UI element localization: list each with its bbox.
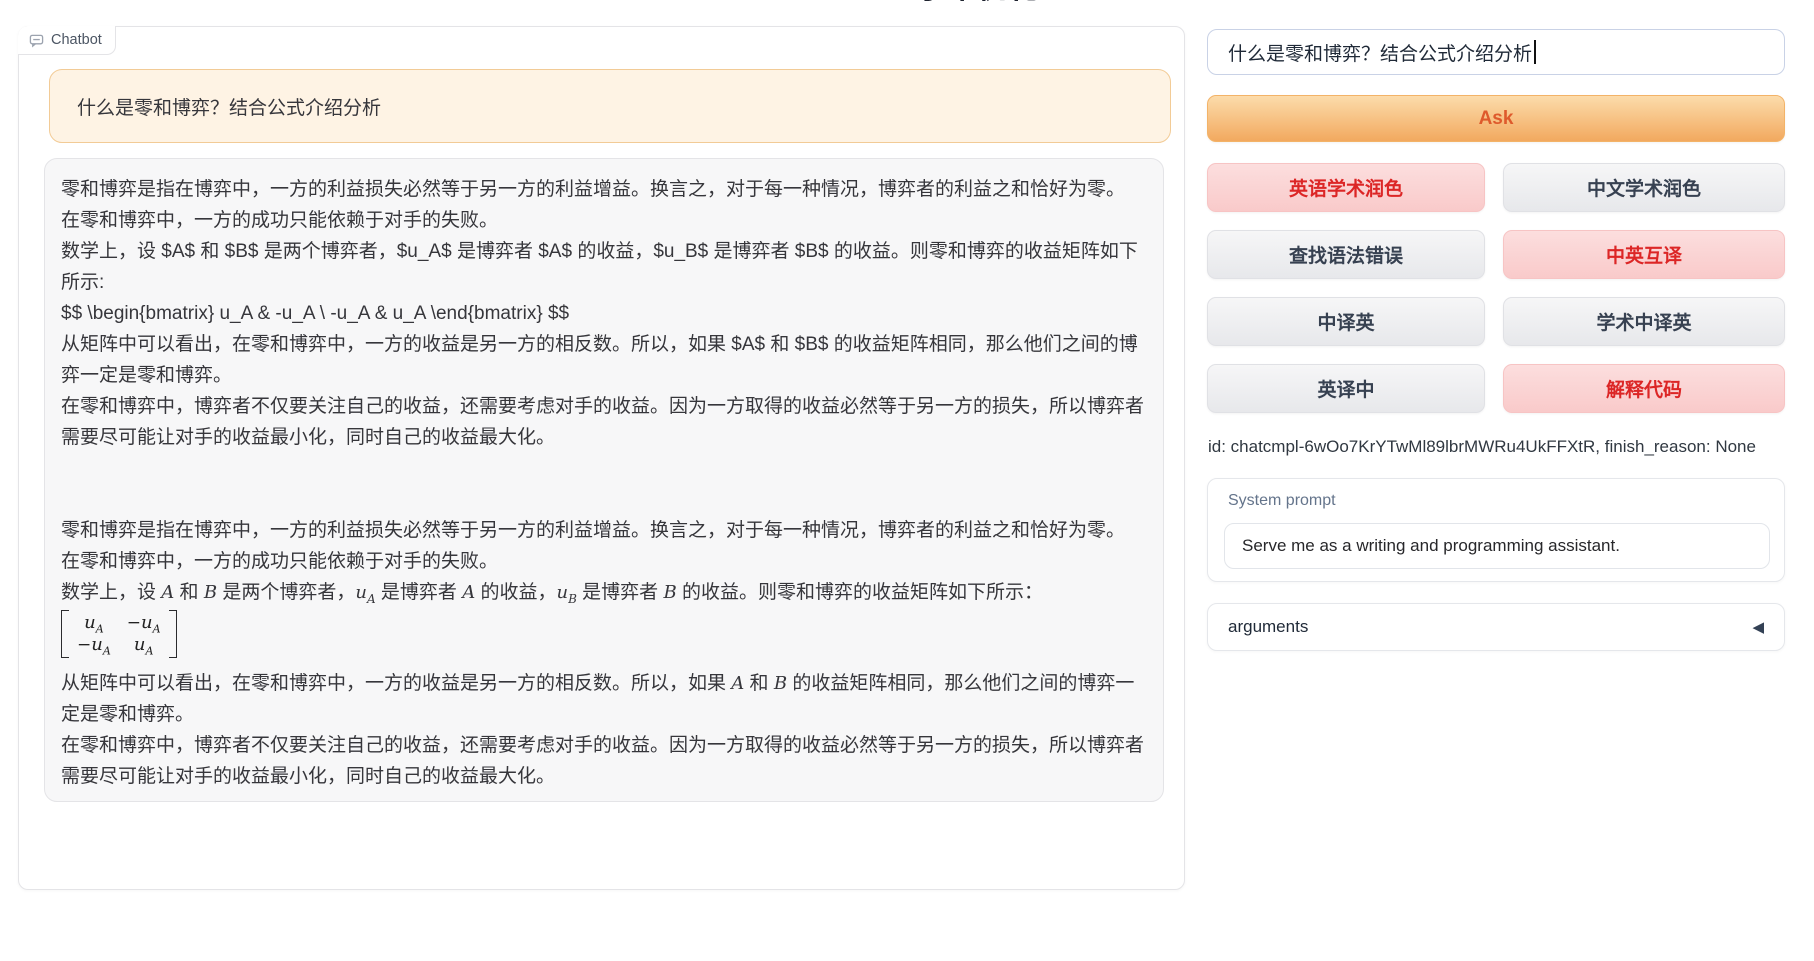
button-zh-to-en[interactable]: 中译英: [1207, 297, 1485, 346]
chat-bubble-icon: [29, 33, 44, 48]
user-message: 什么是零和博弈？结合公式介绍分析: [49, 69, 1171, 143]
quick-buttons-grid: 英语学术润色 中文学术润色 查找语法错误 中英互译 中译英 学术中译英 英译中 …: [1207, 163, 1785, 413]
button-explain-code[interactable]: 解释代码: [1503, 364, 1785, 413]
math-variable: −uA: [77, 635, 111, 655]
bot-latex-source: $$ \begin{bmatrix} u_A & -u_A \ -u_A & u…: [61, 298, 1147, 329]
bot-paragraph: 从矩阵中可以看出，在零和博弈中，一方的收益是另一方的相反数。所以，如果 $A$ …: [61, 329, 1147, 391]
system-prompt-label: System prompt: [1228, 492, 1336, 510]
math-variable: B: [774, 673, 787, 694]
math-variable: uA: [84, 613, 104, 633]
ask-button[interactable]: Ask: [1207, 95, 1785, 142]
button-en-to-zh[interactable]: 英译中: [1207, 364, 1485, 413]
arguments-accordion-header[interactable]: arguments ◀: [1207, 603, 1785, 651]
bot-paragraph: 在零和博弈中，博弈者不仅要关注自己的收益，还需要考虑对手的收益。因为一方取得的收…: [61, 730, 1147, 792]
math-variable: −uA: [127, 613, 161, 633]
chatbot-label-text: Chatbot: [51, 32, 102, 48]
bot-paragraph-with-math: 从矩阵中可以看出，在零和博弈中，一方的收益是另一方的相反数。所以，如果 A 和 …: [61, 668, 1147, 730]
response-status-line: id: chatcmpl-6wOo7KrYTwMl89lbrMWRu4UkFFX…: [1208, 437, 1756, 457]
matrix-entry: uA: [127, 634, 161, 656]
math-variable: uA: [134, 635, 154, 655]
app-root: ChatGPT 学术优化 Chatbot 什么是零和博弈？结合公式介绍分析 零和…: [0, 0, 1814, 961]
chatbot-label: Chatbot: [18, 26, 116, 55]
math-variable: uA: [355, 582, 375, 603]
system-prompt-input[interactable]: Serve me as a writing and programming as…: [1224, 523, 1770, 569]
math-variable: A: [161, 582, 174, 603]
question-input-value: 什么是零和博弈？结合公式介绍分析: [1228, 39, 1532, 66]
text-cursor: [1534, 40, 1536, 64]
button-english-academic-polish[interactable]: 英语学术润色: [1207, 163, 1485, 212]
math-variable: B: [663, 582, 676, 603]
payoff-matrix: uA−uA−uAuA: [61, 610, 177, 658]
matrix-left-bracket: [61, 610, 69, 658]
matrix-entry: −uA: [77, 634, 111, 656]
matrix-right-bracket: [169, 610, 177, 658]
matrix-entries: uA−uA−uAuA: [69, 610, 169, 658]
math-variable: B: [204, 582, 217, 603]
collapse-arrow-icon: ◀: [1752, 618, 1764, 636]
user-message-text: 什么是零和博弈？结合公式介绍分析: [77, 93, 381, 120]
question-input[interactable]: 什么是零和博弈？结合公式介绍分析: [1207, 29, 1785, 75]
math-variable: A: [731, 673, 744, 694]
system-prompt-panel: System prompt Serve me as a writing and …: [1207, 478, 1785, 582]
bot-paragraph: 零和博弈是指在博弈中，一方的利益损失必然等于另一方的利益增益。换言之，对于每一种…: [61, 174, 1147, 236]
bot-paragraph: 数学上，设 $A$ 和 $B$ 是两个博弈者，$u_A$ 是博弈者 $A$ 的收…: [61, 236, 1147, 298]
math-variable: A: [462, 582, 475, 603]
button-zh-en-mutual-translate[interactable]: 中英互译: [1503, 230, 1785, 279]
bot-paragraph-with-math: 数学上，设 A 和 B 是两个博弈者，uA 是博弈者 A 的收益，uB 是博弈者…: [61, 577, 1147, 608]
math-variable: uB: [556, 582, 576, 603]
arguments-accordion-label: arguments: [1228, 617, 1308, 637]
system-prompt-value: Serve me as a writing and programming as…: [1242, 536, 1620, 556]
matrix-entry: −uA: [127, 612, 161, 634]
bot-message: 零和博弈是指在博弈中，一方的利益损失必然等于另一方的利益增益。换言之，对于每一种…: [44, 158, 1164, 802]
matrix-entry: uA: [77, 612, 111, 634]
button-academic-zh-to-en[interactable]: 学术中译英: [1503, 297, 1785, 346]
button-find-grammar-errors[interactable]: 查找语法错误: [1207, 230, 1485, 279]
button-chinese-academic-polish[interactable]: 中文学术润色: [1503, 163, 1785, 212]
message-gap: [61, 453, 1147, 515]
chatbot-panel: Chatbot 什么是零和博弈？结合公式介绍分析 零和博弈是指在博弈中，一方的利…: [18, 26, 1185, 890]
bot-paragraph: 在零和博弈中，博弈者不仅要关注自己的收益，还需要考虑对手的收益。因为一方取得的收…: [61, 391, 1147, 453]
page-title: ChatGPT 学术优化: [0, 0, 1814, 6]
bot-paragraph: 零和博弈是指在博弈中，一方的利益损失必然等于另一方的利益增益。换言之，对于每一种…: [61, 515, 1147, 577]
